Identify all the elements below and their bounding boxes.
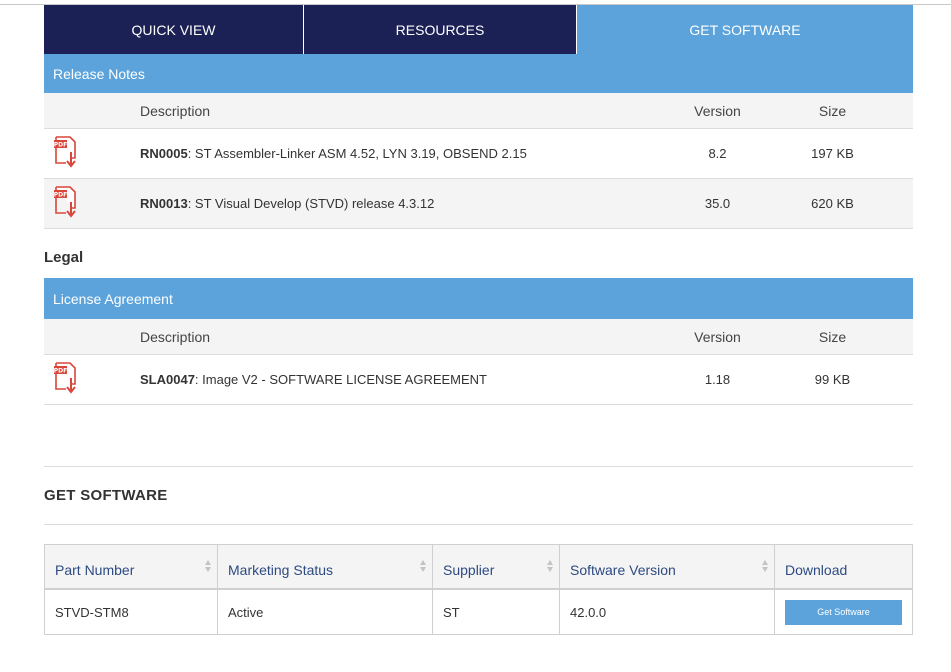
- column-size: Size: [818, 328, 847, 345]
- size-cell: 620 KB: [811, 196, 854, 211]
- size-cell: 197 KB: [811, 146, 854, 161]
- divider: [44, 466, 913, 467]
- license-agreement-title: License Agreement: [53, 290, 173, 307]
- document-code: RN0013: [140, 196, 188, 211]
- tab-quick-view[interactable]: QUICK VIEW: [44, 5, 304, 54]
- sort-icon[interactable]: [205, 560, 211, 574]
- license-table: Description Version Size PDF SLA0047: Im…: [44, 319, 913, 405]
- document-title: : ST Visual Develop (STVD) release 4.3.1…: [187, 196, 435, 211]
- table-header: Part Number Marketing Status Supplier So…: [45, 545, 912, 590]
- svg-text:PDF: PDF: [54, 192, 67, 199]
- software-version-cell: 42.0.0: [560, 590, 775, 634]
- document-title: : Image V2 - SOFTWARE LICENSE AGREEMENT: [194, 372, 488, 387]
- table-row: PDF RN0013: ST Visual Develop (STVD) rel…: [44, 179, 913, 229]
- release-notes-table: Description Version Size PDF RN0005: ST …: [44, 93, 913, 229]
- pdf-download-icon[interactable]: PDF: [53, 362, 79, 397]
- table-row: PDF SLA0047: Image V2 - SOFTWARE LICENSE…: [44, 355, 913, 405]
- description-cell[interactable]: RN0013: ST Visual Develop (STVD) release…: [140, 196, 675, 211]
- document-code: SLA0047: [140, 372, 195, 387]
- column-part-number[interactable]: Part Number: [45, 545, 218, 588]
- table-header: Description Version Size: [44, 93, 913, 129]
- version-cell: 8.2: [708, 146, 727, 161]
- part-number-cell: STVD-STM8: [45, 590, 218, 634]
- get-software-heading: GET SOFTWARE: [44, 487, 168, 504]
- release-notes-header[interactable]: Release Notes: [44, 54, 913, 93]
- version-cell: 1.18: [704, 372, 731, 387]
- column-version: Version: [694, 102, 741, 119]
- pdf-download-icon[interactable]: PDF: [53, 136, 79, 171]
- version-cell: 35.0: [704, 196, 731, 211]
- sort-icon[interactable]: [762, 560, 768, 574]
- software-table: Part Number Marketing Status Supplier So…: [44, 544, 913, 635]
- column-description: Description: [140, 328, 211, 345]
- column-software-version[interactable]: Software Version: [560, 545, 775, 588]
- svg-text:PDF: PDF: [54, 142, 67, 149]
- table-header: Description Version Size: [44, 319, 913, 355]
- pdf-download-icon[interactable]: PDF: [53, 186, 79, 221]
- column-version: Version: [694, 328, 741, 345]
- supplier-cell: ST: [433, 590, 560, 634]
- table-row: STVD-STM8 Active ST 42.0.0 Get Software: [45, 590, 912, 634]
- table-row: PDF RN0005: ST Assembler-Linker ASM 4.52…: [44, 129, 913, 179]
- license-agreement-header[interactable]: License Agreement: [44, 278, 913, 319]
- document-code: RN0005: [140, 146, 188, 161]
- column-description: Description: [140, 102, 211, 119]
- size-cell: 99 KB: [814, 372, 851, 387]
- divider: [44, 524, 913, 525]
- legal-heading: Legal: [44, 249, 84, 266]
- description-cell[interactable]: SLA0047: Image V2 - SOFTWARE LICENSE AGR…: [140, 372, 675, 387]
- get-software-button[interactable]: Get Software: [785, 599, 902, 625]
- tab-resources[interactable]: RESOURCES: [304, 5, 577, 54]
- column-marketing-status[interactable]: Marketing Status: [218, 545, 433, 588]
- document-title: : ST Assembler-Linker ASM 4.52, LYN 3.19…: [187, 146, 527, 161]
- tab-get-software[interactable]: GET SOFTWARE: [577, 5, 913, 54]
- sort-icon[interactable]: [420, 560, 426, 574]
- column-supplier[interactable]: Supplier: [433, 545, 560, 588]
- download-cell: Get Software: [775, 590, 912, 634]
- column-download: Download: [785, 561, 848, 578]
- tab-bar: QUICK VIEW RESOURCES GET SOFTWARE: [44, 5, 913, 54]
- sort-icon[interactable]: [547, 560, 553, 574]
- release-notes-title: Release Notes: [53, 65, 145, 82]
- description-cell[interactable]: RN0005: ST Assembler-Linker ASM 4.52, LY…: [140, 146, 675, 161]
- column-size: Size: [818, 102, 847, 119]
- status-cell: Active: [218, 590, 433, 634]
- svg-text:PDF: PDF: [54, 368, 67, 375]
